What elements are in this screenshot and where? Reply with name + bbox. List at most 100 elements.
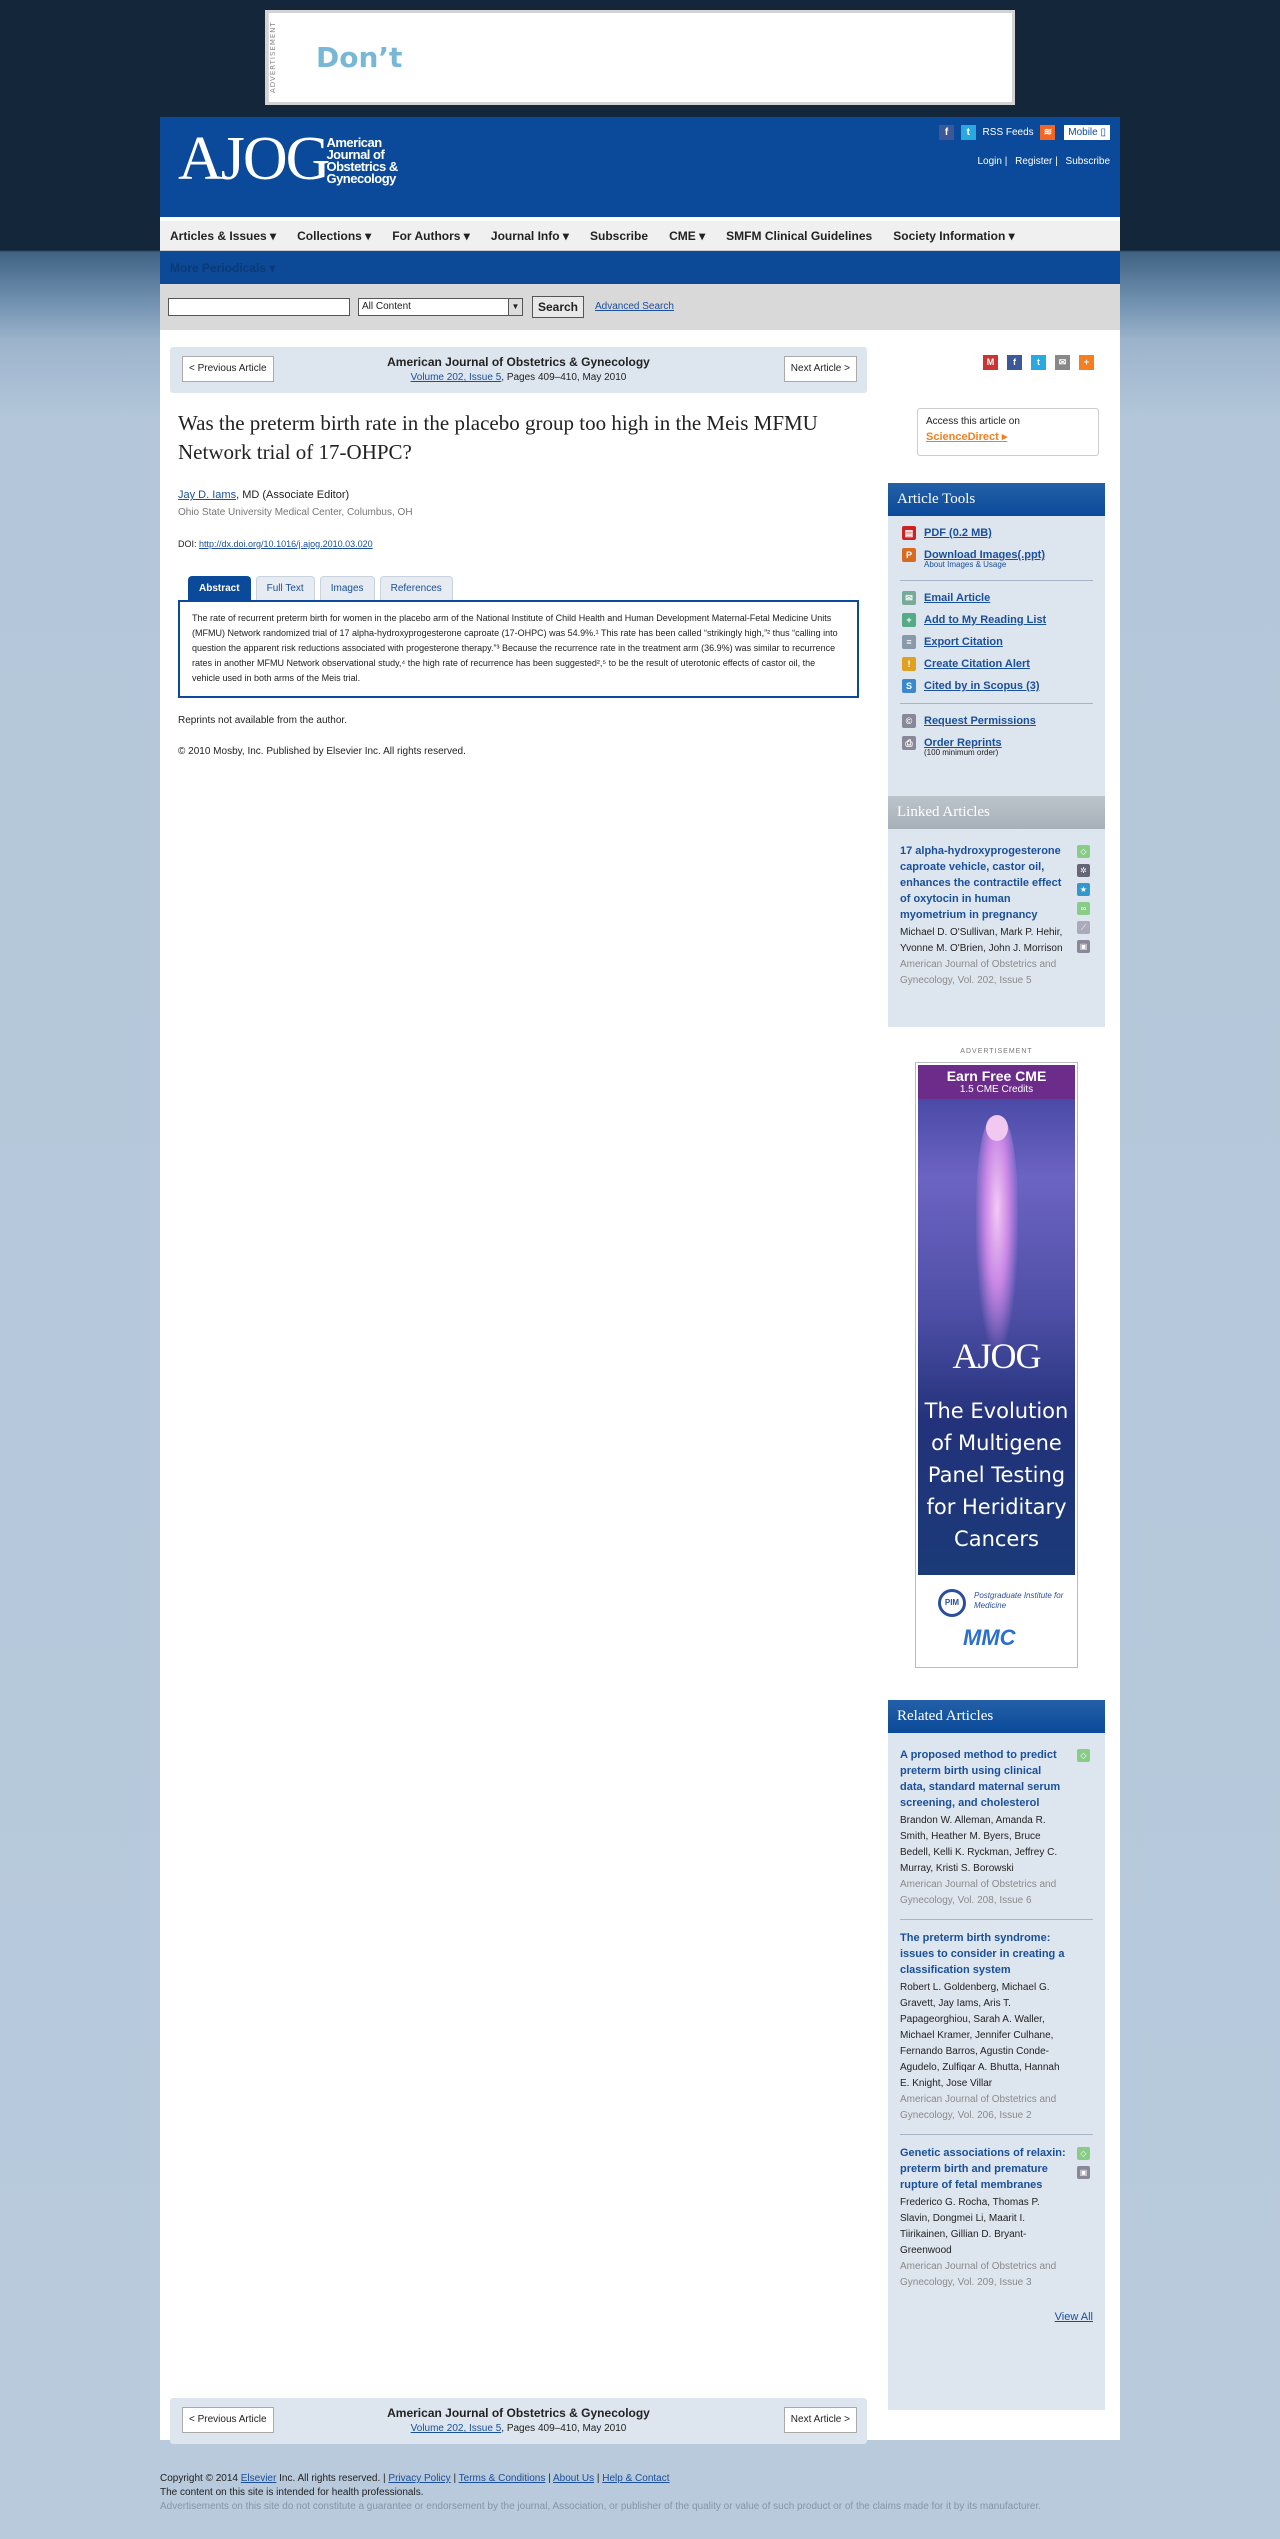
facebook-share-icon[interactable]: f [1007, 355, 1022, 370]
side-advertisement[interactable]: ADVERTISEMENT Earn Free CME 1.5 CME Credi… [915, 1048, 1078, 1668]
related-article-title[interactable]: A proposed method to predict preterm bir… [900, 1747, 1069, 1811]
top-advertisement[interactable]: ADVERTISEMENT Don’t [265, 10, 1015, 105]
author-line: Jay D. Iams, MD (Associate Editor) [178, 489, 350, 501]
download-images-link[interactable]: P Download Images(.ppt) About Images & Usa… [900, 544, 1093, 574]
search-button[interactable]: Search [532, 296, 584, 318]
related-articles-heading: Related Articles [888, 1700, 1105, 1733]
reprints-icon: ⎙ [902, 736, 916, 750]
related-article-title[interactable]: Genetic associations of relaxin: preterm… [900, 2145, 1069, 2193]
pdf-link[interactable]: ▤ PDF (0.2 MB) [900, 522, 1093, 544]
ajog-logo[interactable]: AJOGAmerican Journal of Obstetrics & Gyneco… [178, 128, 398, 190]
elsevier-link[interactable]: Elsevier [241, 2473, 277, 2484]
mobile-link[interactable]: Mobile ▯ [1064, 125, 1110, 140]
header-social: f t RSS Feeds ≋ Mobile ▯ [935, 125, 1110, 140]
email-article-link[interactable]: ✉ Email Article [900, 587, 1093, 609]
permissions-icon: © [902, 714, 916, 728]
related-article-item: Genetic associations of relaxin: preterm… [900, 2145, 1093, 2291]
tag-icon[interactable]: ◇ [1077, 845, 1090, 858]
star-icon[interactable]: ★ [1077, 883, 1090, 896]
rss-feeds-link[interactable]: RSS Feeds [983, 127, 1034, 138]
mendeley-icon[interactable]: M [983, 355, 998, 370]
register-link[interactable]: Register [1015, 156, 1052, 167]
linked-article-item: 17 alpha-hydroxyprogesterone caproate ve… [900, 843, 1093, 989]
search-input[interactable] [168, 298, 350, 316]
tab-images[interactable]: Images [319, 576, 375, 600]
advanced-search-link[interactable]: Advanced Search [595, 301, 674, 312]
subscribe-link[interactable]: Subscribe [1066, 156, 1110, 167]
tab-references[interactable]: References [379, 576, 453, 600]
cited-by-scopus-link[interactable]: S Cited by in Scopus (3) [900, 675, 1093, 697]
volume-link[interactable]: Volume 202, Issue 5 [411, 2423, 502, 2434]
login-link[interactable]: Login [978, 156, 1002, 167]
body-illustration [976, 1117, 1018, 1347]
search-bar: All Content ▼ Search Advanced Search [160, 284, 1120, 330]
volume-info: Volume 202, Issue 5, Pages 409–410, May … [410, 372, 627, 383]
more-share-icon[interactable]: + [1079, 355, 1094, 370]
sciencedirect-link[interactable]: ScienceDirect ▸ [926, 430, 1090, 443]
reprints-minimum: (100 minimum order) [924, 748, 999, 757]
nav-cme[interactable]: CME ▾ [669, 221, 705, 251]
related-article-source: American Journal of Obstetrics and Gynec… [900, 1879, 1057, 1906]
subnav-bar: More Periodicals ▾ [160, 251, 1120, 284]
email-icon: ✉ [902, 591, 916, 605]
twitter-icon[interactable]: t [960, 125, 976, 140]
nav-for-authors[interactable]: For Authors ▾ [392, 221, 470, 251]
linked-articles-box: Linked Articles 17 alpha-hydroxyprogeste… [888, 796, 1105, 1027]
volume-link[interactable]: Volume 202, Issue 5 [411, 372, 502, 383]
related-article-authors: Robert L. Goldenberg, Michael G. Gravett… [900, 1982, 1060, 2089]
nav-society-information[interactable]: Society Information ▾ [893, 221, 1014, 251]
nav-journal-info[interactable]: Journal Info ▾ [491, 221, 569, 251]
rss-icon[interactable]: ≋ [1040, 125, 1056, 140]
tab-full-text[interactable]: Full Text [255, 576, 315, 600]
ppt-icon: P [902, 548, 916, 562]
citation-alert-link[interactable]: ! Create Citation Alert [900, 653, 1093, 675]
ad-text: Don’t [316, 41, 403, 74]
search-scope-select[interactable]: All Content ▼ [358, 298, 523, 316]
request-permissions-link[interactable]: © Request Permissions [900, 710, 1093, 732]
linked-article-source: American Journal of Obstetrics and Gynec… [900, 959, 1057, 986]
about-images-link[interactable]: About Images & Usage [924, 560, 1006, 570]
link-icon[interactable]: ∞ [1077, 902, 1090, 915]
nav-smfm-guidelines[interactable]: SMFM Clinical Guidelines [726, 221, 872, 251]
help-contact-link[interactable]: Help & Contact [602, 2473, 669, 2484]
twitter-share-icon[interactable]: t [1031, 355, 1046, 370]
next-article-button[interactable]: Next Article > [783, 356, 857, 382]
export-citation-link[interactable]: ≡ Export Citation [900, 631, 1093, 653]
journal-title: American Journal of Obstetrics & Gynecol… [387, 2406, 650, 2420]
image-icon[interactable]: ▣ [1077, 2166, 1090, 2179]
graph-icon[interactable]: ⟋ [1077, 921, 1090, 934]
linked-article-authors: Michael D. O'Sullivan, Mark P. Hehir, Yv… [900, 927, 1063, 954]
nav-collections[interactable]: Collections ▾ [297, 221, 371, 251]
related-article-source: American Journal of Obstetrics and Gynec… [900, 2094, 1057, 2121]
about-us-link[interactable]: About Us [553, 2473, 594, 2484]
earn-cme-banner: Earn Free CME 1.5 CME Credits [918, 1065, 1075, 1099]
nav-articles-issues[interactable]: Articles & Issues ▾ [170, 221, 276, 251]
article-tools-heading: Article Tools [888, 483, 1105, 516]
account-links: Login | Register | Subscribe [977, 156, 1111, 167]
reading-list-link[interactable]: + Add to My Reading List [900, 609, 1093, 631]
terms-link[interactable]: Terms & Conditions [459, 2473, 546, 2484]
access-text: Access this article on [926, 416, 1020, 427]
tab-abstract[interactable]: Abstract [188, 576, 251, 600]
image-icon[interactable]: ▣ [1077, 940, 1090, 953]
affiliation: Ohio State University Medical Center, Co… [178, 507, 413, 518]
next-article-button[interactable]: Next Article > [783, 2407, 857, 2433]
privacy-policy-link[interactable]: Privacy Policy [388, 2473, 450, 2484]
view-all-link[interactable]: View All [900, 2311, 1093, 2323]
linked-article-title[interactable]: 17 alpha-hydroxyprogesterone caproate ve… [900, 843, 1069, 923]
tag-icon[interactable]: ◇ [1077, 2147, 1090, 2160]
nav-subscribe[interactable]: Subscribe [590, 221, 648, 251]
figure-icon[interactable]: ✲ [1077, 864, 1090, 877]
author-link[interactable]: Jay D. Iams [178, 489, 236, 501]
journal-title: American Journal of Obstetrics & Gynecol… [387, 355, 650, 369]
email-share-icon[interactable]: ✉ [1055, 355, 1070, 370]
order-reprints-link[interactable]: ⎙ Order Reprints (100 minimum order) [900, 732, 1093, 762]
related-article-title[interactable]: The preterm birth syndrome: issues to co… [900, 1930, 1069, 1978]
pdf-icon: ▤ [902, 526, 916, 540]
doi-link[interactable]: http://dx.doi.org/10.1016/j.ajog.2010.03… [199, 539, 373, 549]
more-periodicals-link[interactable]: More Periodicals ▾ [170, 261, 275, 275]
facebook-icon[interactable]: f [938, 125, 954, 140]
tag-icon[interactable]: ◇ [1077, 1749, 1090, 1762]
pim-logo: PIM [938, 1589, 966, 1617]
abstract-text: The rate of recurrent preterm birth for … [178, 600, 859, 698]
